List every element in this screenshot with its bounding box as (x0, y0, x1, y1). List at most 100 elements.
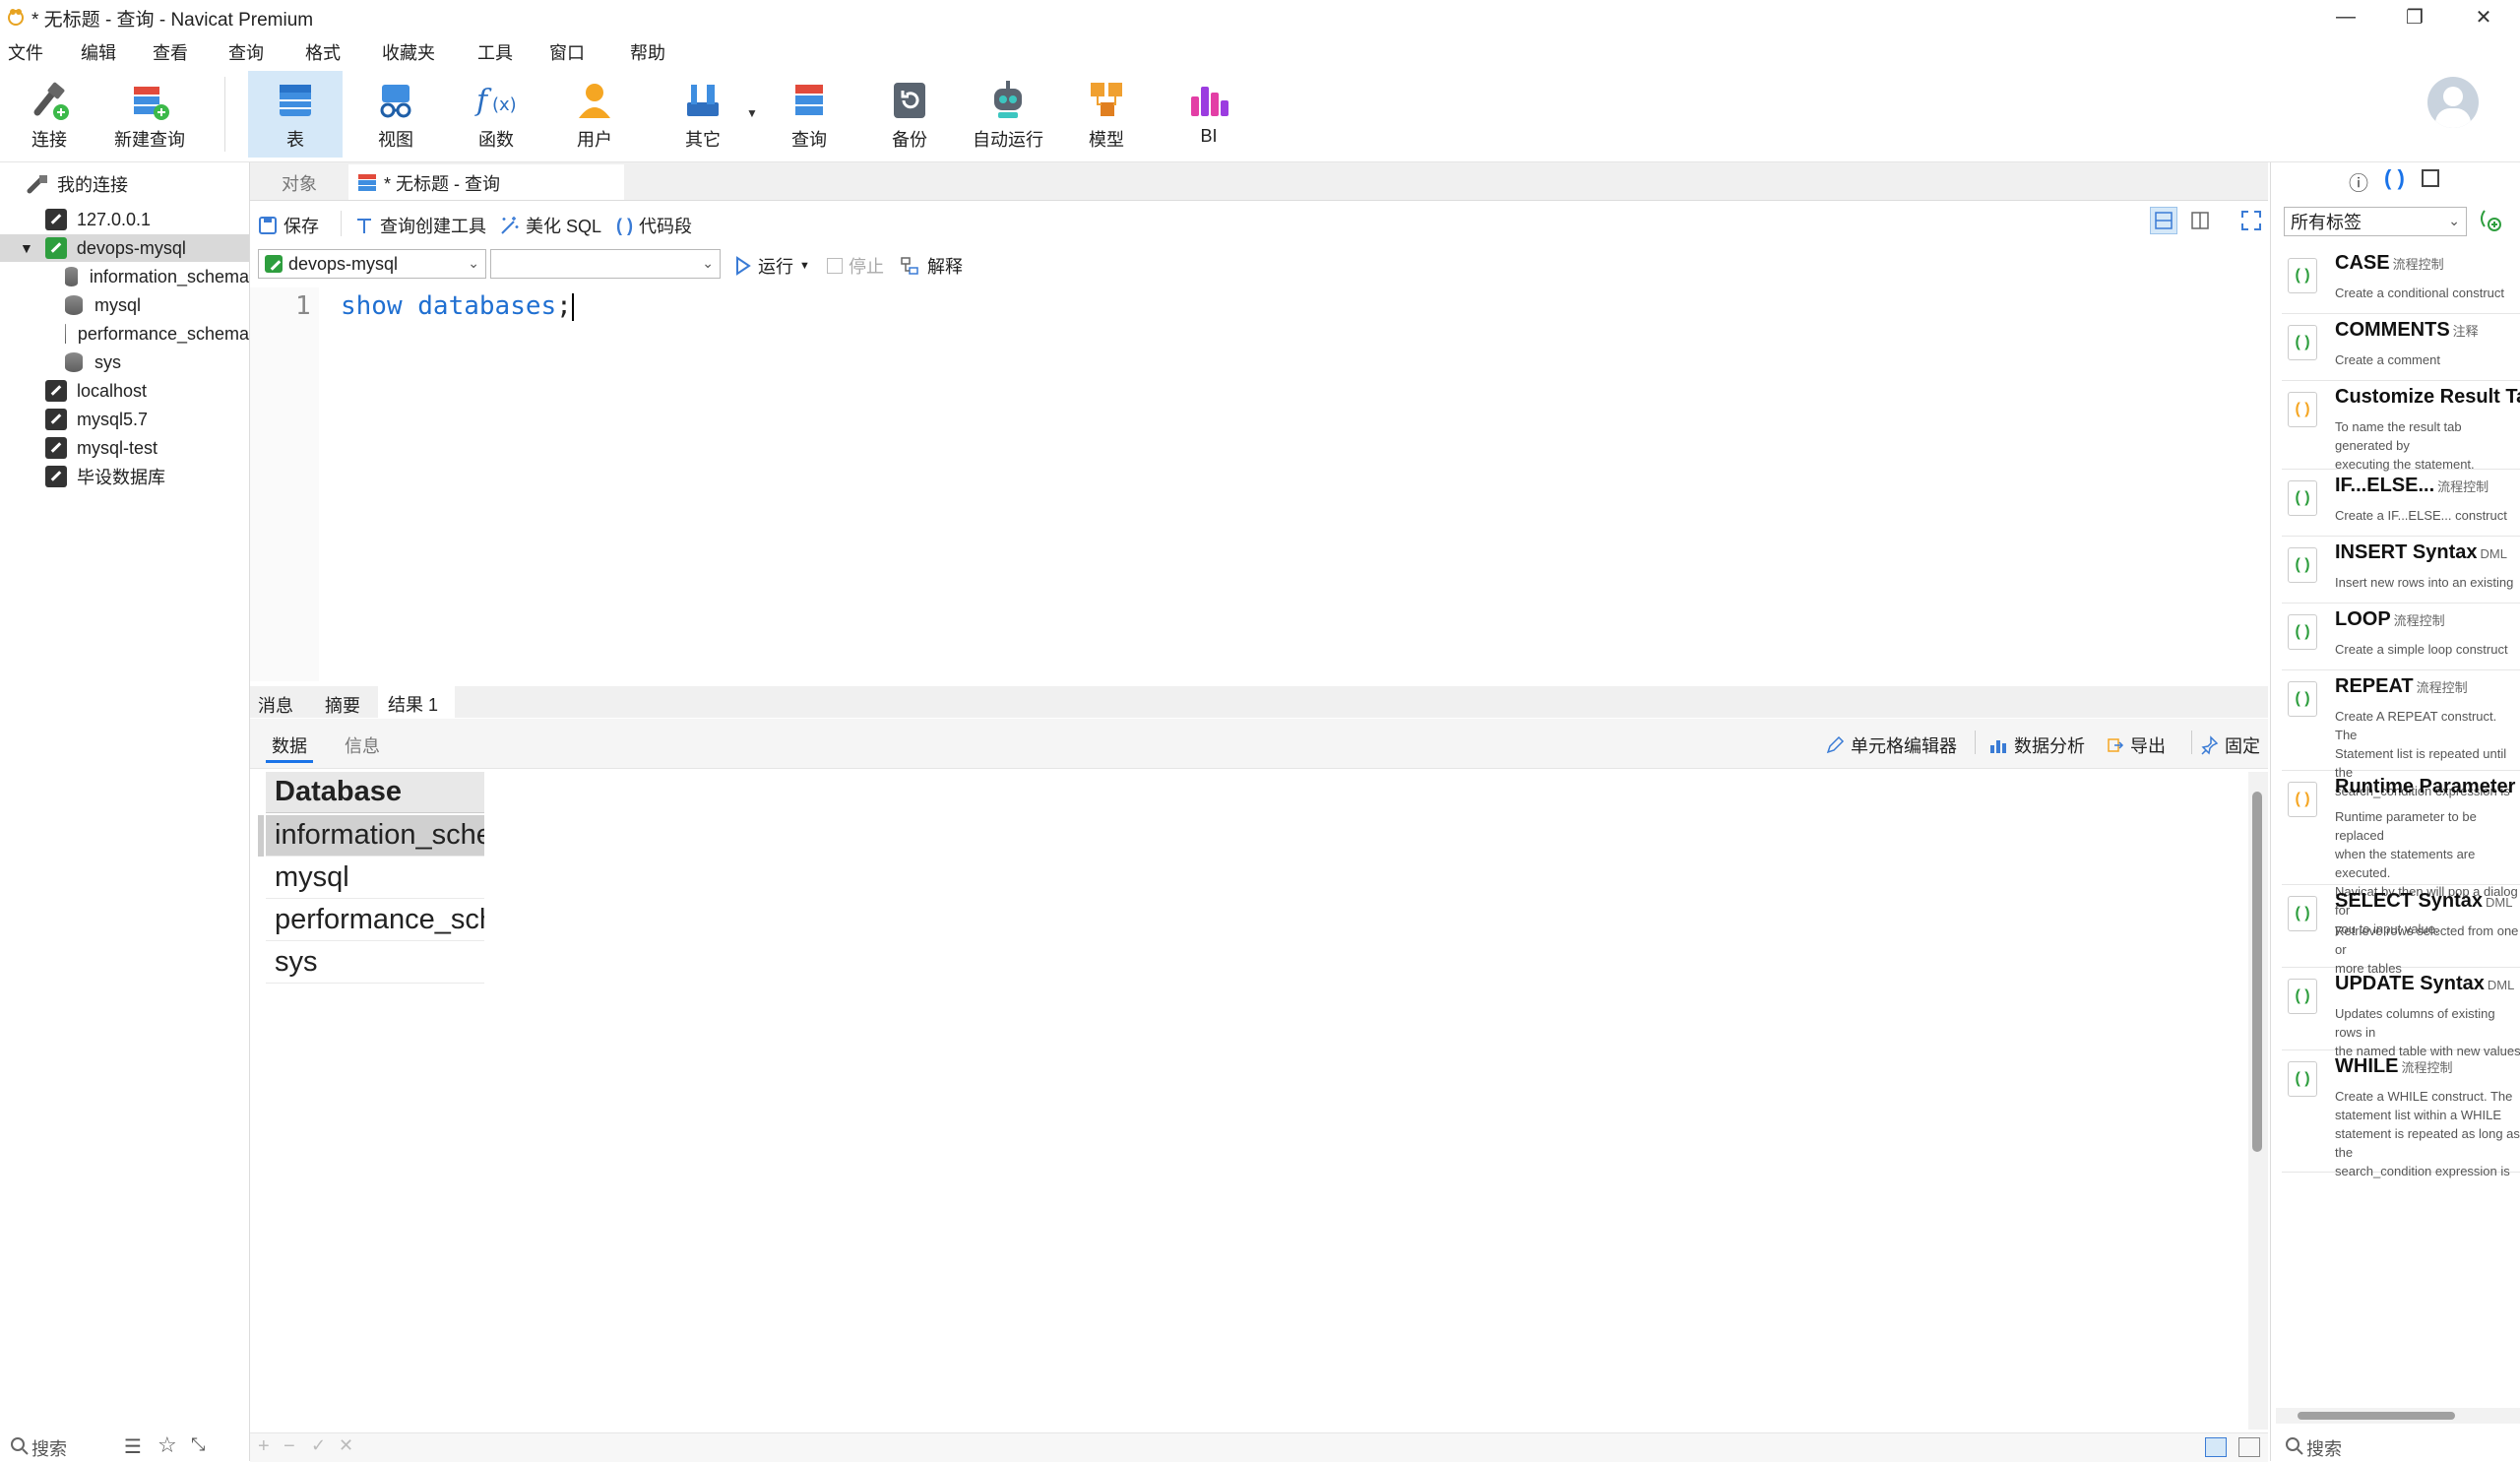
query-builder-button[interactable]: 查询创建工具 (354, 213, 486, 238)
tree-item-database[interactable]: performance_schema (0, 320, 249, 348)
collapse-icon[interactable]: ⤡ (191, 1434, 205, 1455)
grid-column-header[interactable]: Database (266, 772, 484, 813)
tab-objects[interactable]: 对象 (282, 170, 317, 196)
stop-button[interactable]: 停止 (827, 253, 884, 279)
snippet-item[interactable]: ( ) UPDATE Syntax DML Updates columns of … (2282, 969, 2520, 1058)
snippet-item[interactable]: ( ) WHILE 流程控制 Create a WHILE construct. … (2282, 1051, 2520, 1178)
subtab-data[interactable]: 数据 (272, 732, 307, 758)
sql-code-line[interactable]: show databases; (341, 291, 574, 321)
info-icon[interactable]: ⓘ (2349, 167, 2368, 196)
chevron-down-icon[interactable]: ▼ (20, 240, 33, 256)
toolbar-user-button[interactable]: 用户 (547, 71, 642, 158)
form-view-icon[interactable] (2238, 1437, 2260, 1457)
beautify-sql-button[interactable]: 美化 SQL (498, 213, 601, 238)
snippet-item[interactable]: ( ) Customize Result Tab To name the res… (2282, 382, 2520, 472)
layout-side-button[interactable] (2187, 208, 2213, 238)
avatar[interactable] (2427, 77, 2479, 128)
explain-button[interactable]: 解释 (900, 253, 963, 279)
export-button[interactable]: 导出 (2105, 732, 2166, 758)
menu-file[interactable]: 文件 (8, 39, 43, 65)
tree-item-connection[interactable]: localhost (0, 377, 249, 405)
grid-vertical-scrollbar[interactable] (2248, 772, 2268, 1430)
others-dropdown-arrow-icon[interactable]: ▼ (746, 106, 758, 120)
cell-editor-button[interactable]: 单元格编辑器 (1825, 732, 1957, 758)
star-icon[interactable]: ☆ (158, 1432, 177, 1458)
sql-editor[interactable] (250, 287, 2268, 681)
connection-select[interactable]: devops-mysql ⌄ (258, 249, 486, 279)
table-row[interactable]: mysql (266, 858, 484, 899)
snippet-item[interactable]: ( ) SELECT Syntax DML Retrieve rows selec… (2282, 886, 2520, 976)
code-snippet-button[interactable]: ( ) 代码段 (616, 213, 692, 238)
minimize-button[interactable]: — (2311, 0, 2380, 33)
tree-item-database[interactable]: sys (0, 349, 249, 376)
toolbar-backup-button[interactable]: 备份 (862, 71, 957, 158)
snippet-horizontal-scrollbar[interactable] (2276, 1408, 2520, 1424)
snippet-item[interactable]: ( ) Runtime Parameter Runtime parameter … (2282, 772, 2520, 936)
database-select[interactable]: ⌄ (490, 249, 721, 279)
table-row[interactable]: performance_schema (266, 900, 484, 941)
tag-filter-select[interactable]: 所有标签 ⌄ (2284, 207, 2467, 236)
toolbar-others-button[interactable]: 其它 (656, 71, 750, 158)
tree-root-my-connections[interactable]: 我的连接 (0, 170, 249, 198)
data-analysis-button[interactable]: 数据分析 (1988, 732, 2085, 758)
run-button[interactable]: 运行 ▼ (734, 253, 810, 279)
run-dropdown-arrow-icon[interactable]: ▼ (799, 260, 810, 272)
grid-view-icon[interactable] (2205, 1437, 2227, 1457)
discard-icon[interactable]: ✕ (339, 1435, 353, 1456)
tab-message[interactable]: 消息 (258, 692, 293, 718)
add-snippet-button[interactable] (2477, 207, 2502, 232)
snippet-item[interactable]: ( ) REPEAT 流程控制 Create A REPEAT construct… (2282, 671, 2520, 798)
tree-item-connection[interactable]: mysql5.7 (0, 406, 249, 433)
tree-item-database[interactable]: information_schema (0, 263, 249, 290)
filter-icon[interactable]: ☰ (124, 1434, 142, 1459)
scrollbar-thumb[interactable] (2298, 1412, 2455, 1420)
subtab-info[interactable]: 信息 (345, 732, 380, 758)
menu-format[interactable]: 格式 (305, 39, 341, 65)
toolbar-new-query-button[interactable]: 新建查询 (102, 71, 197, 158)
tree-search-input[interactable]: 搜索 (32, 1435, 67, 1461)
pin-button[interactable]: 固定 (2199, 732, 2260, 758)
snippet-item[interactable]: ( ) COMMENTS 注释 Create a comment (2282, 315, 2520, 381)
table-properties-icon[interactable] (2422, 169, 2439, 187)
menu-tools[interactable]: 工具 (477, 39, 513, 65)
menu-favorites[interactable]: 收藏夹 (382, 39, 435, 65)
tree-item-connection-selected[interactable]: ▼ devops-mysql (0, 234, 249, 262)
tree-item-connection[interactable]: 127.0.0.1 (0, 206, 249, 233)
layout-stacked-button[interactable] (2150, 207, 2177, 234)
apply-icon[interactable]: ✓ (311, 1435, 326, 1456)
delete-row-icon[interactable]: − (284, 1435, 295, 1458)
close-button[interactable]: ✕ (2449, 0, 2518, 33)
fullscreen-button[interactable] (2238, 208, 2264, 238)
tree-item-connection[interactable]: 毕设数据库 (0, 463, 249, 490)
toolbar-function-button[interactable]: f (x) 函数 (449, 71, 543, 158)
snippet-search-input[interactable]: 搜索 (2306, 1435, 2342, 1461)
menu-window[interactable]: 窗口 (549, 39, 585, 65)
snippet-item[interactable]: ( ) CASE 流程控制 Create a conditional constr… (2282, 248, 2520, 314)
toolbar-model-button[interactable]: 模型 (1059, 71, 1154, 158)
tab-query-active[interactable]: * 无标题 - 查询 (348, 164, 624, 200)
toolbar-bi-button[interactable]: BI (1162, 71, 1256, 158)
table-row-selected[interactable]: information_schema (266, 815, 484, 857)
menu-edit[interactable]: 编辑 (81, 39, 116, 65)
toolbar-connect-button[interactable]: 连接 (2, 71, 96, 158)
toolbar-view-button[interactable]: 视图 (348, 71, 443, 158)
snippet-item[interactable]: ( ) LOOP 流程控制 Create a simple loop constr… (2282, 604, 2520, 670)
add-row-icon[interactable]: + (258, 1435, 270, 1458)
menu-view[interactable]: 查看 (153, 39, 188, 65)
toolbar-table-button[interactable]: 表 (248, 71, 343, 158)
menu-query[interactable]: 查询 (228, 39, 264, 65)
tab-result-1[interactable]: 结果 1 (378, 686, 455, 718)
menu-help[interactable]: 帮助 (630, 39, 665, 65)
toolbar-query-button[interactable]: 查询 (762, 71, 856, 158)
tree-item-connection[interactable]: mysql-test (0, 434, 249, 462)
table-row[interactable]: sys (266, 942, 484, 984)
code-snippet-panel-icon[interactable]: ( ) (2384, 165, 2405, 191)
save-button[interactable]: 保存 (258, 213, 319, 238)
toolbar-automation-button[interactable]: 自动运行 (961, 71, 1055, 158)
tree-item-database[interactable]: mysql (0, 291, 249, 319)
snippet-item[interactable]: ( ) INSERT Syntax DML Insert new rows int… (2282, 538, 2520, 604)
scrollbar-thumb[interactable] (2252, 792, 2262, 1152)
tab-summary[interactable]: 摘要 (325, 692, 360, 718)
restore-button[interactable]: ❐ (2380, 0, 2449, 33)
snippet-item[interactable]: ( ) IF...ELSE... 流程控制 Create a IF...ELSE.… (2282, 471, 2520, 537)
